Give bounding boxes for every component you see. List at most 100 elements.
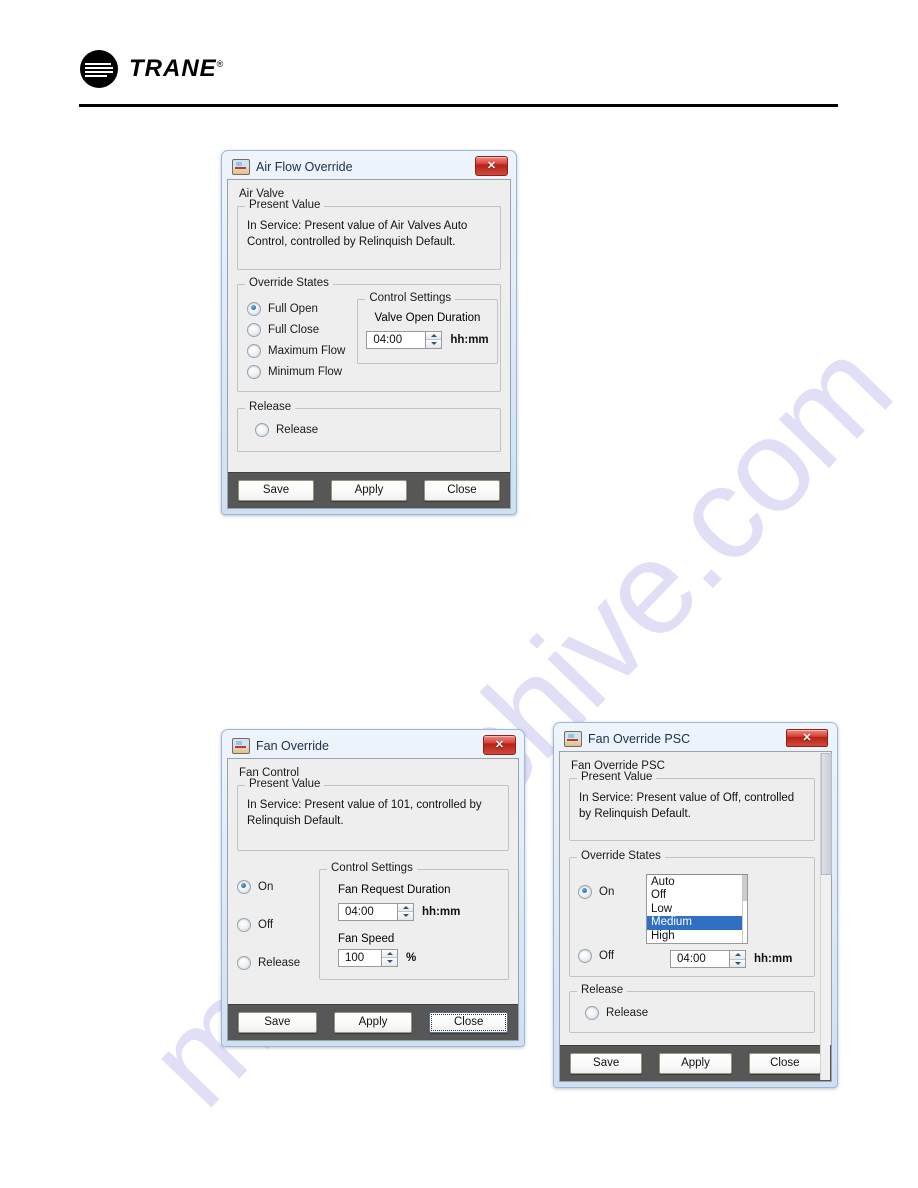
- dialog-footer: Save Apply Close: [228, 1003, 518, 1040]
- radio-option-off[interactable]: Off: [237, 917, 309, 932]
- list-item[interactable]: High: [647, 930, 747, 944]
- stepper-up-icon[interactable]: [730, 951, 745, 960]
- list-item[interactable]: Low: [647, 903, 747, 917]
- fan-request-duration-value[interactable]: 04:00: [338, 902, 397, 921]
- save-button[interactable]: Save: [238, 479, 314, 501]
- save-button[interactable]: Save: [238, 1011, 317, 1033]
- trane-emblem-icon: [80, 50, 118, 88]
- radio-icon[interactable]: [237, 917, 251, 932]
- stepper-down-icon[interactable]: [382, 958, 397, 966]
- trane-logo: TRANE®: [80, 50, 224, 88]
- radio-icon[interactable]: [247, 301, 261, 316]
- scrollbar-thumb[interactable]: [821, 753, 832, 875]
- override-states-radio-list: On Off: [578, 870, 630, 966]
- override-states-group: Override States Full Open Full Close Max…: [237, 276, 501, 392]
- release-legend: Release: [577, 984, 628, 997]
- stepper-down-icon[interactable]: [730, 959, 745, 968]
- listbox-scrollbar[interactable]: [742, 874, 747, 944]
- stepper-buttons[interactable]: [425, 330, 443, 349]
- fan-speed-unit: %: [406, 951, 417, 964]
- dialog-scrollbar[interactable]: [820, 753, 832, 1081]
- radio-option-release[interactable]: Release: [237, 955, 309, 970]
- scrollbar-thumb[interactable]: [743, 874, 747, 901]
- titlebar: Fan Override ✕: [227, 734, 519, 758]
- stepper-down-icon[interactable]: [398, 912, 413, 920]
- radio-label: Release: [258, 956, 301, 969]
- radio-label: Release: [276, 423, 319, 436]
- header-divider: [79, 104, 838, 107]
- titlebar: Air Flow Override ✕: [227, 155, 511, 179]
- control-settings-group: Control Settings Fan Request Duration 04…: [319, 861, 509, 980]
- stepper-up-icon[interactable]: [426, 331, 442, 341]
- radio-icon[interactable]: [247, 322, 261, 337]
- radio-label: Maximum Flow: [268, 344, 346, 357]
- dialog-fan-override-psc[interactable]: Fan Override PSC ✕ Fan Override PSC Pres…: [553, 722, 838, 1089]
- dialog-title: Fan Override: [256, 739, 329, 753]
- close-icon[interactable]: ✕: [786, 729, 828, 747]
- radio-icon[interactable]: [237, 879, 251, 894]
- radio-label: Full Close: [268, 323, 320, 336]
- stepper-down-icon[interactable]: [426, 340, 442, 348]
- radio-icon[interactable]: [237, 955, 251, 970]
- control-settings-legend: Control Settings: [327, 861, 417, 874]
- radio-label: On: [599, 885, 615, 898]
- radio-option-on[interactable]: On: [237, 879, 309, 894]
- dialog-title: Air Flow Override: [256, 160, 353, 174]
- radio-icon[interactable]: [255, 422, 269, 437]
- app-icon: [232, 159, 250, 175]
- apply-button[interactable]: Apply: [331, 479, 407, 501]
- close-button[interactable]: Close: [424, 479, 500, 501]
- dialog-fan-override[interactable]: Fan Override ✕ Fan Control Present Value…: [221, 729, 525, 1047]
- stepper-buttons[interactable]: [729, 950, 746, 969]
- fan-speed-stepper[interactable]: 100: [338, 948, 398, 967]
- radio-option-release[interactable]: Release: [255, 422, 491, 437]
- save-button[interactable]: Save: [570, 1053, 643, 1075]
- close-icon[interactable]: ✕: [483, 735, 516, 755]
- radio-label: Release: [606, 1007, 649, 1020]
- stepper-buttons[interactable]: [397, 902, 414, 921]
- close-button[interactable]: Close: [429, 1011, 509, 1033]
- titlebar: Fan Override PSC ✕: [559, 727, 832, 751]
- close-button[interactable]: Close: [748, 1053, 821, 1075]
- control-settings-group: Control Settings Valve Open Duration 04:…: [357, 291, 498, 364]
- present-value-group: Present Value In Service: Present value …: [237, 199, 501, 270]
- valve-open-duration-stepper[interactable]: 04:00: [366, 330, 443, 349]
- radio-option-full-open[interactable]: Full Open: [247, 301, 345, 316]
- fan-speed-listbox[interactable]: Auto Off Low Medium High: [646, 873, 748, 945]
- valve-open-duration-value[interactable]: 04:00: [366, 330, 426, 349]
- fan-speed-value[interactable]: 100: [338, 948, 381, 967]
- list-item[interactable]: Off: [647, 889, 747, 903]
- stepper-buttons[interactable]: [381, 948, 398, 967]
- list-item[interactable]: Medium: [647, 916, 747, 930]
- stepper-up-icon[interactable]: [398, 903, 413, 913]
- duration-stepper[interactable]: 04:00: [670, 950, 746, 969]
- radio-option-off[interactable]: Off: [578, 948, 630, 963]
- stepper-up-icon[interactable]: [382, 949, 397, 959]
- radio-icon[interactable]: [247, 364, 261, 379]
- apply-button[interactable]: Apply: [333, 1011, 413, 1033]
- dialog-body: Air Valve Present Value In Service: Pres…: [227, 179, 511, 509]
- release-group: Release Release: [237, 400, 501, 452]
- radio-option-maximum-flow[interactable]: Maximum Flow: [247, 343, 346, 358]
- radio-icon[interactable]: [578, 884, 592, 899]
- radio-label: On: [258, 880, 274, 893]
- radio-icon[interactable]: [578, 948, 592, 963]
- radio-option-release[interactable]: Release: [585, 1006, 805, 1021]
- radio-label: Off: [599, 949, 615, 962]
- radio-option-on[interactable]: On: [578, 884, 630, 899]
- list-item[interactable]: Auto: [647, 876, 747, 890]
- radio-option-full-close[interactable]: Full Close: [247, 322, 345, 337]
- radio-option-minimum-flow[interactable]: Minimum Flow: [247, 364, 345, 379]
- fan-request-duration-stepper[interactable]: 04:00: [338, 902, 414, 921]
- close-icon[interactable]: ✕: [475, 156, 508, 176]
- radio-icon[interactable]: [247, 343, 261, 358]
- radio-icon[interactable]: [585, 1006, 599, 1021]
- present-value-legend: Present Value: [245, 199, 325, 211]
- control-settings-legend: Control Settings: [365, 291, 456, 304]
- apply-button[interactable]: Apply: [659, 1053, 732, 1075]
- brand-name: TRANE®: [129, 55, 224, 83]
- dialog-air-flow-override[interactable]: Air Flow Override ✕ Air Valve Present Va…: [221, 150, 517, 515]
- present-value-group: Present Value In Service: Present value …: [237, 778, 509, 851]
- dialog-body: Fan Override PSC Present Value In Servic…: [559, 751, 832, 1083]
- duration-value[interactable]: 04:00: [670, 950, 729, 969]
